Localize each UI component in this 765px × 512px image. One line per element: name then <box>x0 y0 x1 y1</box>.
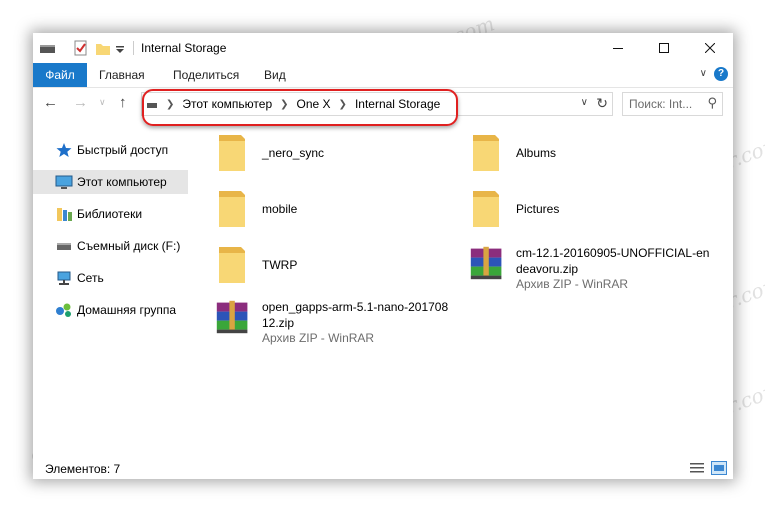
search-placeholder: Поиск: Int... <box>629 97 693 111</box>
file-name-line2: 12.zip <box>262 316 295 330</box>
properties-icon[interactable] <box>73 40 89 56</box>
sidebar-item-label: Сеть <box>77 271 104 285</box>
close-button[interactable] <box>687 33 733 63</box>
file-name-line2: deavoru.zip <box>516 262 579 276</box>
list-item[interactable]: cm-12.1-20160905-UNOFFICIAL-en deavoru.z… <box>469 243 709 293</box>
sidebar-item-label: Съемный диск (F:) <box>77 239 181 253</box>
star-icon <box>56 143 72 157</box>
file-name: mobile <box>262 202 298 216</box>
network-icon <box>57 271 71 285</box>
list-item[interactable]: _nero_sync <box>215 133 445 173</box>
drive-icon <box>40 45 55 53</box>
file-name-line1: cm-12.1-20160905-UNOFFICIAL-en <box>516 246 710 260</box>
folder-icon <box>219 247 245 283</box>
address-dropdown-icon[interactable]: ∨ <box>581 97 588 108</box>
list-item[interactable]: Pictures <box>469 189 699 229</box>
ribbon-tabs: Файл Главная Поделиться Вид ∨ ? <box>33 63 733 88</box>
tab-file[interactable]: Файл <box>33 63 87 87</box>
sidebar-item-network[interactable]: Сеть <box>33 266 188 290</box>
file-name: Pictures <box>516 202 560 216</box>
customize-toolbar-icon[interactable] <box>115 40 125 56</box>
removable-drive-icon <box>57 243 71 250</box>
sidebar-item-label: Этот компьютер <box>77 175 167 189</box>
tab-view[interactable]: Вид <box>264 63 286 87</box>
homegroup-icon <box>56 303 71 317</box>
maximize-icon <box>659 43 669 53</box>
minimize-button[interactable] <box>595 33 641 63</box>
highlight-oval <box>142 89 458 126</box>
status-item-count: Элементов: 7 <box>45 462 121 476</box>
sidebar-item-removable-drive[interactable]: Съемный диск (F:) <box>33 234 188 258</box>
list-item[interactable]: Albums <box>469 133 699 173</box>
minimize-icon <box>613 48 623 49</box>
folder-icon <box>473 135 499 171</box>
sidebar-item-libraries[interactable]: Библиотеки <box>33 202 188 226</box>
file-name: Albums <box>516 146 557 160</box>
ribbon-expand-icon[interactable]: ∨ <box>700 68 707 79</box>
search-input[interactable]: Поиск: Int... ⚲ <box>622 92 723 116</box>
title-bar: Internal Storage <box>33 33 733 63</box>
file-type: Архив ZIP - WinRAR <box>516 277 629 291</box>
details-view-icon[interactable] <box>689 461 705 475</box>
file-name: TWRP <box>262 258 298 272</box>
sidebar-item-quick-access[interactable]: Быстрый доступ <box>33 138 188 162</box>
window-title: Internal Storage <box>141 41 227 55</box>
sidebar-item-homegroup[interactable]: Домашняя группа <box>33 298 188 322</box>
libraries-icon <box>57 208 72 221</box>
file-type: Архив ZIP - WinRAR <box>262 331 375 345</box>
file-name-line1: open_gapps-arm-5.1-nano-201708 <box>262 300 449 314</box>
sidebar-item-label: Домашняя группа <box>77 303 177 317</box>
tab-share[interactable]: Поделиться <box>173 63 239 87</box>
folder-icon <box>219 191 245 227</box>
close-icon <box>705 43 715 53</box>
winrar-archive-icon <box>216 300 248 334</box>
file-name: _nero_sync <box>262 146 325 160</box>
explorer-window: Internal Storage Файл Главная Поделиться… <box>33 33 733 479</box>
sidebar-item-label: Быстрый доступ <box>77 143 169 157</box>
help-icon[interactable]: ? <box>714 67 728 81</box>
back-button[interactable]: ← <box>43 94 58 111</box>
list-item[interactable]: open_gapps-arm-5.1-nano-201708 12.zip Ар… <box>215 297 455 347</box>
title-separator <box>133 41 134 55</box>
new-folder-icon[interactable] <box>95 40 111 56</box>
forward-button[interactable]: → <box>73 94 88 111</box>
sidebar-item-label: Библиотеки <box>77 207 143 221</box>
maximize-button[interactable] <box>641 33 687 63</box>
refresh-icon[interactable]: ↻ <box>596 95 608 112</box>
tab-home[interactable]: Главная <box>99 63 145 87</box>
sidebar-item-this-pc[interactable]: Этот компьютер <box>33 170 188 194</box>
folder-icon <box>473 191 499 227</box>
winrar-archive-icon <box>470 246 502 280</box>
up-button[interactable]: ↑ <box>119 94 127 111</box>
folder-icon <box>219 135 245 171</box>
list-item[interactable]: mobile <box>215 189 445 229</box>
computer-icon <box>55 175 73 189</box>
search-icon: ⚲ <box>707 95 717 110</box>
large-icons-view-icon[interactable] <box>711 461 727 475</box>
list-item[interactable]: TWRP <box>215 245 445 285</box>
recent-locations-icon[interactable]: ∨ <box>99 97 106 108</box>
